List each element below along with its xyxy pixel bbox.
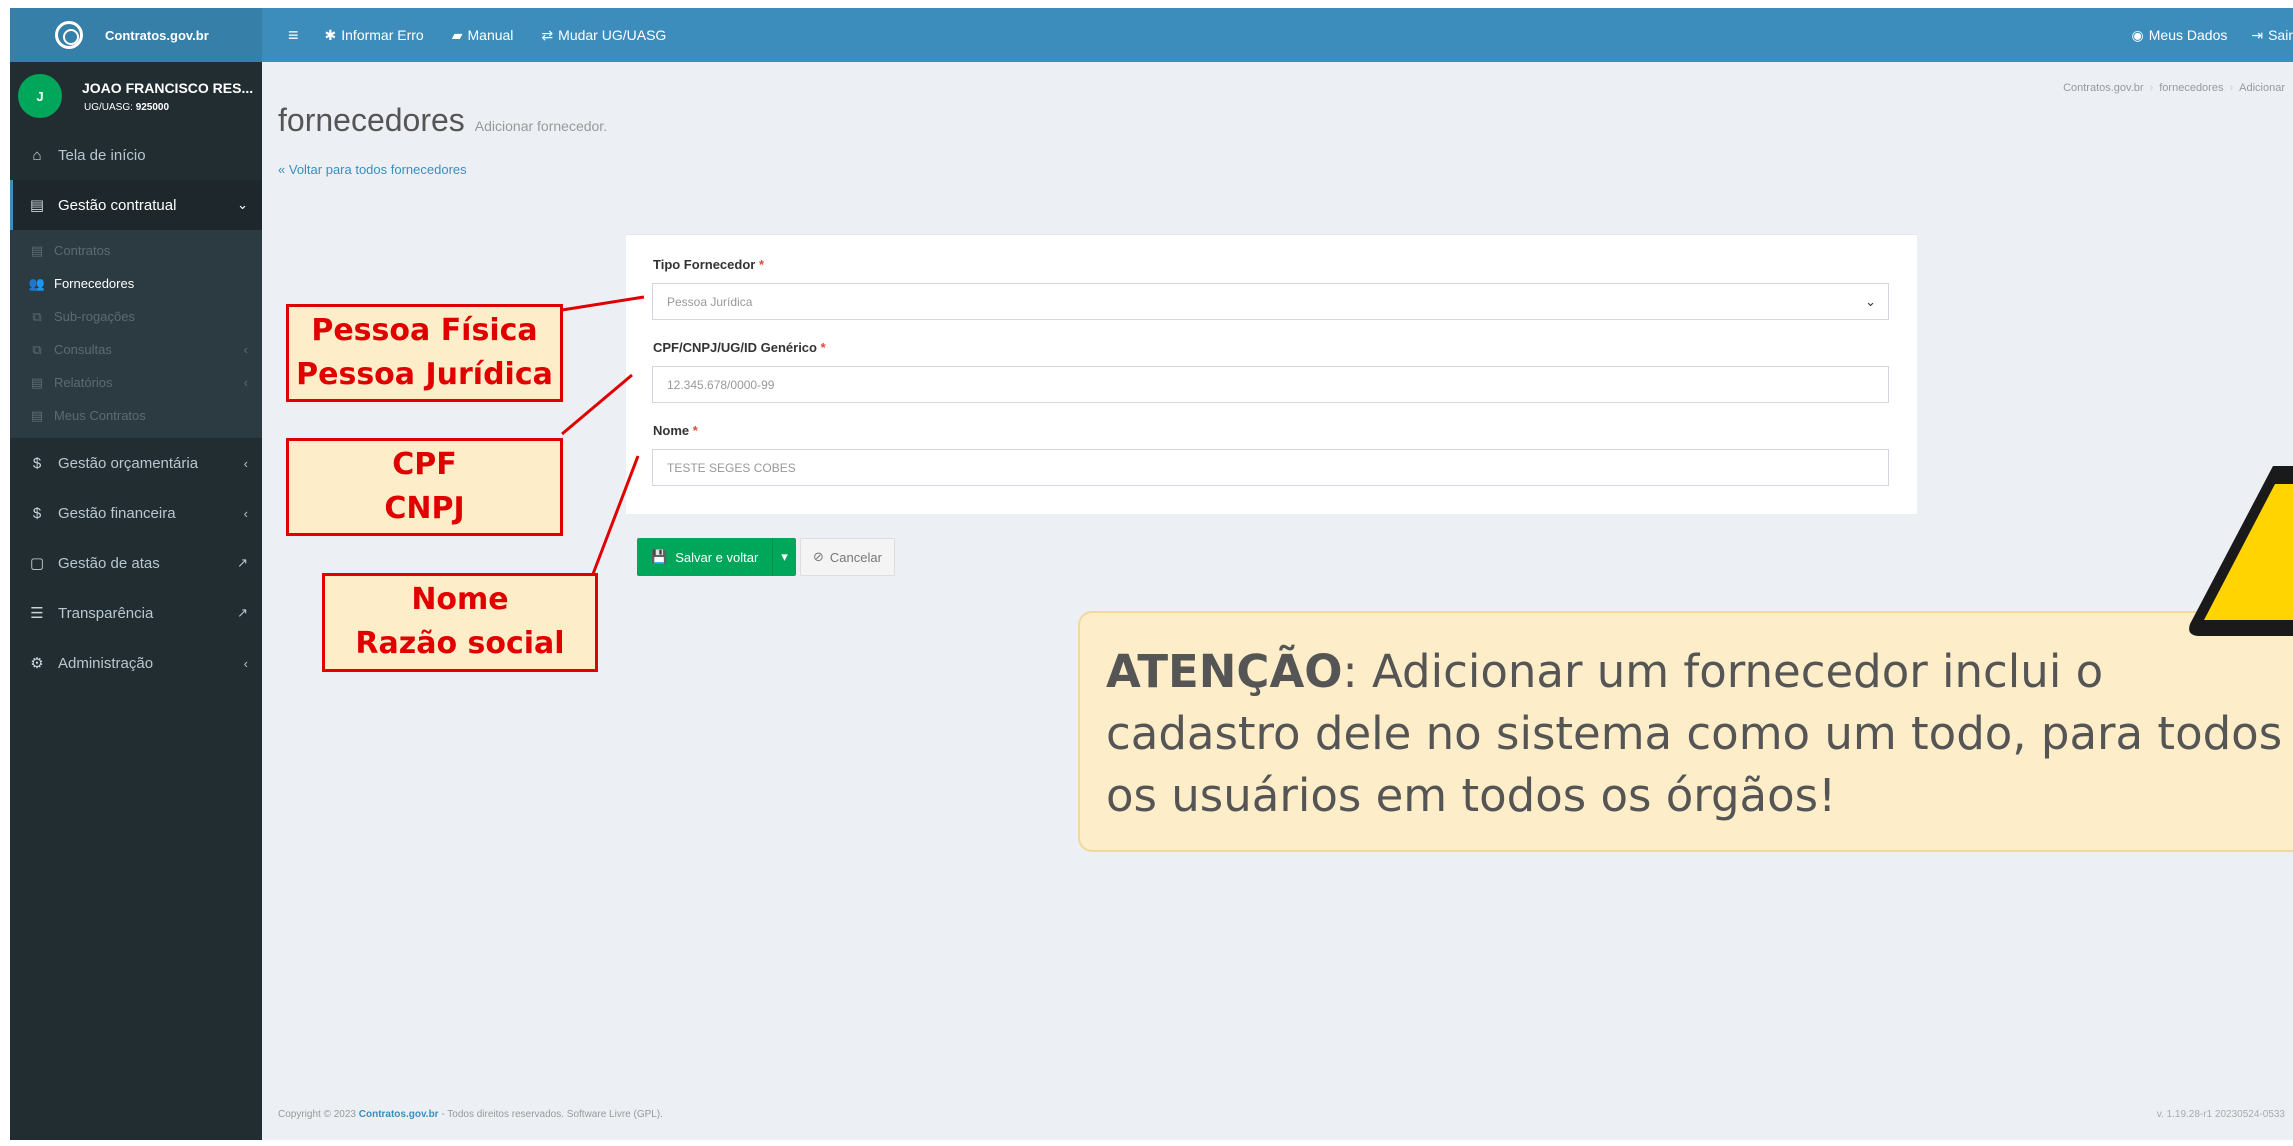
callout-line: Pessoa Física [311,313,538,348]
warning-box: ATENÇÃO: Adicionar um fornecedor inclui … [1078,611,2293,852]
callout-line: CPF [392,447,457,482]
callout-cpf-cnpj: CPF CNPJ [286,438,563,536]
warning-title: ATENÇÃO [1106,645,1343,698]
cpf-connector-line [561,373,633,436]
tipo-connector-line [561,295,645,312]
callout-line: Pessoa Jurídica [296,357,553,392]
callout-nome: Nome Razão social [322,573,598,672]
screenshot-frame: Contratos.gov.br J JOAO FRANCISCO RES...… [10,8,2293,1140]
warning-triangle-icon [2189,466,2293,636]
callout-line: Razão social [355,626,565,661]
nome-connector-line [591,455,640,575]
callout-tipo-fornecedor: Pessoa Física Pessoa Jurídica [286,304,563,402]
callout-line: CNPJ [384,491,465,526]
callout-line: Nome [411,582,509,617]
